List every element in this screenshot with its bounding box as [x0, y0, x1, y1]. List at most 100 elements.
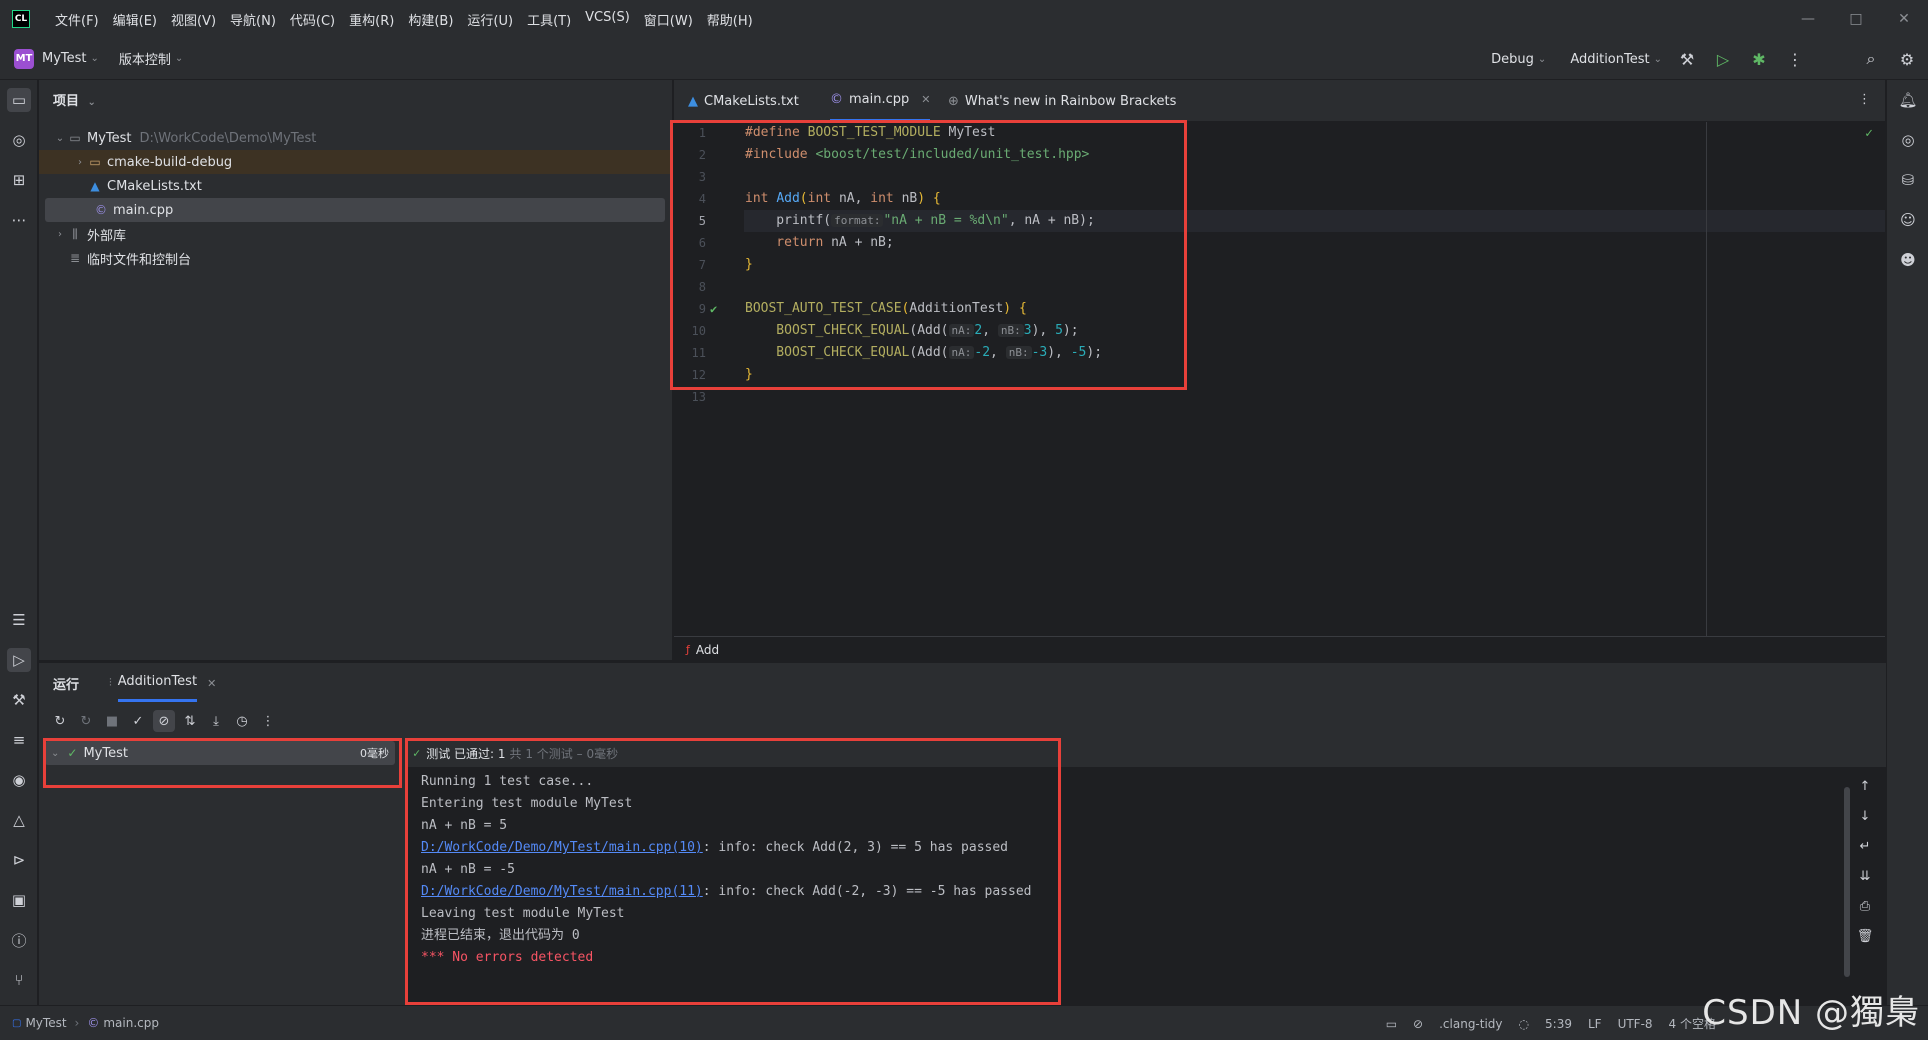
- menu-refactor[interactable]: 重构(R): [342, 10, 401, 29]
- trash-icon[interactable]: 🗑︎: [1854, 925, 1876, 947]
- build-hammer-icon[interactable]: ⚒: [1676, 50, 1698, 69]
- more-tools-icon[interactable]: ⋯: [7, 208, 31, 232]
- folder-icon[interactable]: ▭: [1386, 1017, 1397, 1031]
- project-folder-icon[interactable]: ▭: [7, 88, 31, 112]
- tree-item-cmakelists[interactable]: ▲ CMakeLists.txt: [39, 174, 673, 198]
- copilot-chat-icon[interactable]: ☻: [1896, 248, 1920, 272]
- cmake-tool-icon[interactable]: ◉: [7, 768, 31, 792]
- menu-window[interactable]: 窗口(W): [637, 10, 700, 29]
- tree-item-external-libs[interactable]: › ⫼ 外部库: [39, 222, 673, 246]
- structure-icon[interactable]: ⊞: [7, 168, 31, 192]
- clang-tidy-status[interactable]: .clang-tidy: [1439, 1017, 1502, 1031]
- import-tests-icon[interactable]: ⤓: [205, 710, 227, 732]
- chevron-right-icon[interactable]: ›: [73, 157, 87, 168]
- build-tool-icon[interactable]: ⚒: [7, 688, 31, 712]
- close-window-button[interactable]: ✕: [1880, 0, 1928, 38]
- minimize-button[interactable]: —: [1784, 0, 1832, 38]
- menu-view[interactable]: 视图(V): [164, 10, 223, 29]
- source-link[interactable]: D:/WorkCode/Demo/MyTest/main.cpp(11): [421, 884, 703, 899]
- settings-gear-icon[interactable]: ⚙: [1896, 50, 1918, 69]
- notifications-bell-icon[interactable]: 🔔︎: [1896, 88, 1920, 112]
- menu-edit[interactable]: 编辑(E): [106, 10, 164, 29]
- scroll-to-end-icon[interactable]: ⇊: [1854, 865, 1876, 887]
- more-options-icon[interactable]: ⋮: [1784, 50, 1806, 69]
- inlay-hint: nA:: [948, 346, 975, 359]
- show-ignored-icon[interactable]: ⊘: [153, 710, 175, 732]
- run-tab-label[interactable]: AdditionTest: [117, 664, 198, 702]
- chevron-right-icon[interactable]: ›: [53, 229, 67, 240]
- code-token: <boost/test/included/unit_test.hpp>: [815, 147, 1090, 162]
- problems-icon[interactable]: ⓘ: [7, 928, 31, 952]
- code-line-6: return nA + nB;: [745, 232, 893, 254]
- menu-vcs[interactable]: VCS(S): [578, 10, 637, 29]
- maximize-button[interactable]: □: [1832, 0, 1880, 38]
- project-selector[interactable]: MyTest: [42, 51, 87, 66]
- menu-run[interactable]: 运行(U): [460, 10, 520, 29]
- database-icon[interactable]: ⛁: [1896, 168, 1920, 192]
- test-root-row[interactable]: ⌄ ✓ MyTest 0毫秒: [45, 741, 395, 765]
- chevron-down-icon[interactable]: ⌄: [53, 133, 67, 144]
- more-options-icon[interactable]: ⋮: [257, 710, 279, 732]
- menu-help[interactable]: 帮助(H): [700, 10, 760, 29]
- console-output[interactable]: ✓ 测试 已通过: 1 共 1 个测试 – 0毫秒 Running 1 test…: [407, 739, 1886, 1006]
- rerun-failed-icon[interactable]: ↻: [75, 710, 97, 732]
- source-link[interactable]: D:/WorkCode/Demo/MyTest/main.cpp(10): [421, 840, 703, 855]
- no-inspection-icon[interactable]: ⊘: [1413, 1017, 1423, 1031]
- stop-icon[interactable]: ■: [101, 710, 123, 732]
- debug-tool-icon[interactable]: ⊳: [7, 848, 31, 872]
- tab-options-icon[interactable]: ⋮: [1858, 92, 1871, 107]
- debug-bug-icon[interactable]: ✱: [1748, 50, 1770, 69]
- menu-code[interactable]: 代码(C): [283, 10, 342, 29]
- run-icon[interactable]: ▷: [1712, 50, 1734, 69]
- print-icon[interactable]: ⎙: [1854, 895, 1876, 917]
- todo-icon[interactable]: ≡: [7, 728, 31, 752]
- tab-cmakelists[interactable]: ▲ CMakeLists.txt: [688, 80, 799, 122]
- caret-position[interactable]: 5:39: [1545, 1017, 1572, 1031]
- menu-navigate[interactable]: 导航(N): [223, 10, 283, 29]
- terminal-icon[interactable]: ▣: [7, 888, 31, 912]
- copilot-icon[interactable]: ☺: [1896, 208, 1920, 232]
- tab-main-cpp[interactable]: © main.cpp ✕: [830, 80, 931, 122]
- file-encoding[interactable]: UTF-8: [1618, 1017, 1653, 1031]
- history-icon[interactable]: ◷: [231, 710, 253, 732]
- build-config-selector[interactable]: Debug: [1491, 52, 1534, 67]
- run-tool-icon[interactable]: ▷: [7, 648, 31, 672]
- tree-item-cmake-build-debug[interactable]: › ▭ cmake-build-debug: [39, 150, 673, 174]
- code-token: #include: [745, 147, 816, 162]
- close-tab-icon[interactable]: ✕: [921, 93, 930, 106]
- ai-assistant-icon[interactable]: ◎: [1896, 128, 1920, 152]
- project-badge[interactable]: MT: [14, 48, 34, 69]
- tree-item-main-cpp[interactable]: © main.cpp: [45, 198, 665, 222]
- tree-root-mytest[interactable]: ⌄ ▭ MyTest D:\WorkCode\Demo\MyTest: [39, 126, 673, 150]
- run-test-gutter-icon[interactable]: ✔: [710, 302, 717, 316]
- tab-rainbow-brackets[interactable]: ⊕ What's new in Rainbow Brackets: [948, 80, 1176, 122]
- show-passed-icon[interactable]: ✓: [127, 710, 149, 732]
- project-panel-header[interactable]: 项目 ⌄: [53, 90, 96, 109]
- status-crumb-file[interactable]: main.cpp: [103, 1016, 159, 1030]
- problems-warning-icon[interactable]: △: [7, 808, 31, 832]
- menu-tools[interactable]: 工具(T): [520, 10, 578, 29]
- line-ending[interactable]: LF: [1588, 1017, 1602, 1031]
- console-scrollbar[interactable]: [1844, 787, 1850, 977]
- status-crumb-project[interactable]: MyTest: [25, 1016, 66, 1030]
- sort-icon[interactable]: ⇅: [179, 710, 201, 732]
- menu-build[interactable]: 构建(B): [401, 10, 460, 29]
- commit-icon[interactable]: ◎: [7, 128, 31, 152]
- chevron-down-icon[interactable]: ⌄: [51, 748, 59, 759]
- close-tab-icon[interactable]: ✕: [207, 677, 216, 690]
- services-icon[interactable]: ☰: [7, 608, 31, 632]
- rerun-icon[interactable]: ↻: [49, 710, 71, 732]
- arrow-down-icon[interactable]: ↓: [1854, 805, 1876, 827]
- search-icon[interactable]: ⌕: [1860, 49, 1882, 69]
- code-token: ),: [1031, 323, 1056, 338]
- soft-wrap-icon[interactable]: ↵: [1854, 835, 1876, 857]
- menu-file[interactable]: 文件(F): [48, 10, 106, 29]
- arrow-up-icon[interactable]: ↑: [1854, 775, 1876, 797]
- breadcrumb-function[interactable]: Add: [696, 643, 719, 657]
- git-branch-icon[interactable]: ⑂: [7, 968, 31, 992]
- hidden-eye-icon[interactable]: ◌: [1519, 1017, 1529, 1031]
- tree-item-scratches[interactable]: ≣ 临时文件和控制台: [39, 246, 673, 270]
- run-config-selector[interactable]: AdditionTest: [1570, 52, 1649, 67]
- code-editor[interactable]: 1 2 3 4 5 6 7 8 9 10 11 12 13 ✔ #define …: [674, 122, 1885, 636]
- vcs-selector[interactable]: 版本控制: [119, 49, 171, 68]
